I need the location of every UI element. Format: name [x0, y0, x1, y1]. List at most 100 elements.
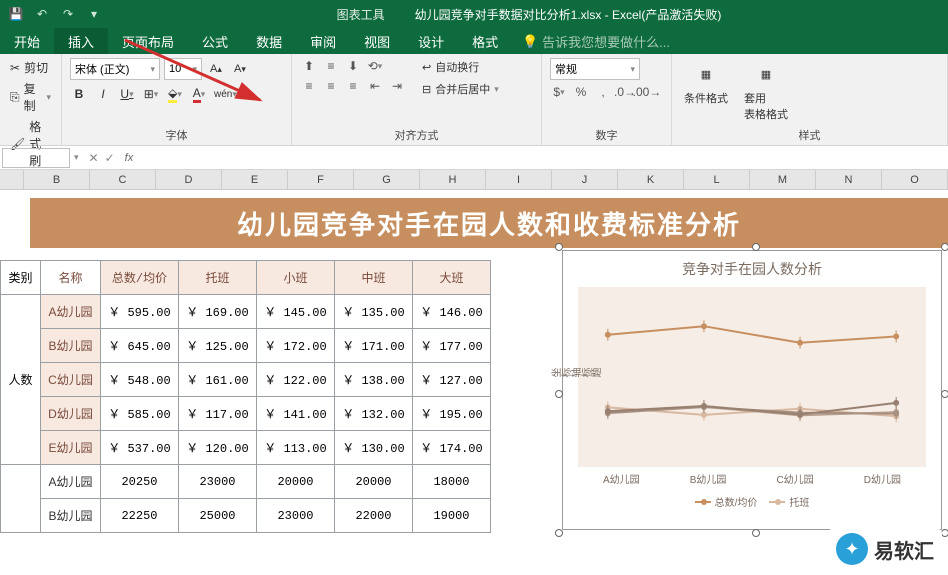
row-name[interactable]: E幼儿园	[41, 431, 101, 465]
tab-page-layout[interactable]: 页面布局	[108, 28, 188, 54]
header-category[interactable]: 类别	[1, 261, 41, 295]
increase-indent-button[interactable]: ⇥	[388, 78, 406, 94]
category-cell[interactable]: 人数	[1, 295, 41, 465]
cell[interactable]: ￥ 177.00	[413, 329, 491, 363]
col-header[interactable]: E	[222, 170, 288, 189]
col-header[interactable]: M	[750, 170, 816, 189]
cell[interactable]: ￥ 113.00	[257, 431, 335, 465]
align-middle-button[interactable]: ≡	[322, 58, 340, 74]
italic-button[interactable]: I	[94, 84, 112, 104]
save-icon[interactable]: 💾	[8, 6, 24, 22]
cell[interactable]: ￥ 171.00	[335, 329, 413, 363]
merge-center-button[interactable]: ⊟合并后居中▾	[418, 80, 503, 98]
col-header[interactable]: N	[816, 170, 882, 189]
header-c2[interactable]: 小班	[257, 261, 335, 295]
font-color-button[interactable]: A▾	[190, 84, 208, 104]
header-c4[interactable]: 大班	[413, 261, 491, 295]
tell-me-search[interactable]: 💡 告诉我您想要做什么...	[512, 28, 948, 54]
col-header[interactable]: I	[486, 170, 552, 189]
row-name[interactable]: B幼儿园	[41, 499, 101, 533]
col-header[interactable]: L	[684, 170, 750, 189]
increase-font-icon[interactable]: A▴	[206, 59, 226, 79]
percent-button[interactable]: %	[572, 84, 590, 100]
chart-plot-area[interactable]: 坐标轴标题	[578, 287, 926, 467]
col-header[interactable]: C	[90, 170, 156, 189]
cell[interactable]: ￥ 122.00	[257, 363, 335, 397]
qat-dropdown-icon[interactable]: ▾	[86, 6, 102, 22]
cell[interactable]: ￥ 130.00	[335, 431, 413, 465]
cell[interactable]: ￥ 127.00	[413, 363, 491, 397]
fx-icon[interactable]: fx	[121, 152, 138, 164]
row-name[interactable]: A幼儿园	[41, 295, 101, 329]
tab-format[interactable]: 格式	[458, 28, 512, 54]
redo-icon[interactable]: ↷	[60, 6, 76, 22]
align-bottom-button[interactable]: ⬇	[344, 58, 362, 74]
cut-button[interactable]: ✂剪切	[8, 58, 53, 77]
col-header[interactable]: B	[24, 170, 90, 189]
header-name[interactable]: 名称	[41, 261, 101, 295]
cell[interactable]: 25000	[179, 499, 257, 533]
phonetic-button[interactable]: wén▾	[214, 84, 237, 104]
increase-decimal-button[interactable]: .0→	[616, 84, 634, 100]
decrease-indent-button[interactable]: ⇤	[366, 78, 384, 94]
align-right-button[interactable]: ≡	[344, 78, 362, 94]
cell[interactable]: 20000	[335, 465, 413, 499]
row-name[interactable]: D幼儿园	[41, 397, 101, 431]
undo-icon[interactable]: ↶	[34, 6, 50, 22]
number-format-select[interactable]: 常规▾	[550, 58, 640, 80]
align-top-button[interactable]: ⬆	[300, 58, 318, 74]
align-left-button[interactable]: ≡	[300, 78, 318, 94]
row-name[interactable]: C幼儿园	[41, 363, 101, 397]
cell[interactable]: ￥ 146.00	[413, 295, 491, 329]
copy-button[interactable]: ⎘复制▾	[8, 79, 53, 115]
chart-title[interactable]: 竞争对手在园人数分析	[563, 251, 941, 287]
font-name-select[interactable]: 宋体 (正文)▾	[70, 58, 160, 80]
fill-color-button[interactable]: ⬙▾	[166, 84, 184, 104]
col-header[interactable]: G	[354, 170, 420, 189]
col-header[interactable]: D	[156, 170, 222, 189]
tab-formula[interactable]: 公式	[188, 28, 242, 54]
cell[interactable]: ￥ 174.00	[413, 431, 491, 465]
cell[interactable]: 23000	[179, 465, 257, 499]
tab-start[interactable]: 开始	[0, 28, 54, 54]
col-header[interactable]: K	[618, 170, 684, 189]
cell[interactable]: ￥ 161.00	[179, 363, 257, 397]
conditional-format-button[interactable]: ▦ 条件格式	[680, 58, 732, 108]
col-header[interactable]: H	[420, 170, 486, 189]
underline-button[interactable]: U ▾	[118, 84, 136, 104]
chart-object[interactable]: 竞争对手在园人数分析 坐标轴标题 A幼儿园 B幼儿园 C幼儿园 D幼儿园 总数/…	[562, 250, 942, 530]
cell[interactable]: 22250	[101, 499, 179, 533]
tab-design[interactable]: 设计	[404, 28, 458, 54]
cell[interactable]: 20250	[101, 465, 179, 499]
tab-insert[interactable]: 插入	[54, 28, 108, 54]
decrease-font-icon[interactable]: A▾	[230, 59, 250, 79]
header-c1[interactable]: 托班	[179, 261, 257, 295]
row-name[interactable]: A幼儿园	[41, 465, 101, 499]
tab-view[interactable]: 视图	[350, 28, 404, 54]
decrease-decimal-button[interactable]: .00→	[638, 84, 656, 100]
row-name[interactable]: B幼儿园	[41, 329, 101, 363]
cell[interactable]: ￥ 120.00	[179, 431, 257, 465]
cell[interactable]: 19000	[413, 499, 491, 533]
align-center-button[interactable]: ≡	[322, 78, 340, 94]
cell[interactable]: ￥ 169.00	[179, 295, 257, 329]
cell[interactable]: ￥ 141.00	[257, 397, 335, 431]
cell[interactable]: ￥ 195.00	[413, 397, 491, 431]
wrap-text-button[interactable]: ↩自动换行	[418, 58, 503, 76]
cell[interactable]: 22000	[335, 499, 413, 533]
cell[interactable]: ￥ 585.00	[101, 397, 179, 431]
col-header[interactable]: F	[288, 170, 354, 189]
orientation-button[interactable]: ⟲▾	[366, 58, 384, 74]
cell[interactable]: ￥ 145.00	[257, 295, 335, 329]
cell[interactable]: ￥ 172.00	[257, 329, 335, 363]
cell[interactable]: 18000	[413, 465, 491, 499]
category-cell[interactable]	[1, 465, 41, 533]
cell[interactable]: ￥ 548.00	[101, 363, 179, 397]
table-format-button[interactable]: ▦ 套用 表格格式	[740, 58, 792, 124]
cell[interactable]: 23000	[257, 499, 335, 533]
cell[interactable]: ￥ 132.00	[335, 397, 413, 431]
col-header[interactable]: J	[552, 170, 618, 189]
cell[interactable]: ￥ 595.00	[101, 295, 179, 329]
formula-input[interactable]	[137, 148, 948, 168]
bold-button[interactable]: B	[70, 84, 88, 104]
